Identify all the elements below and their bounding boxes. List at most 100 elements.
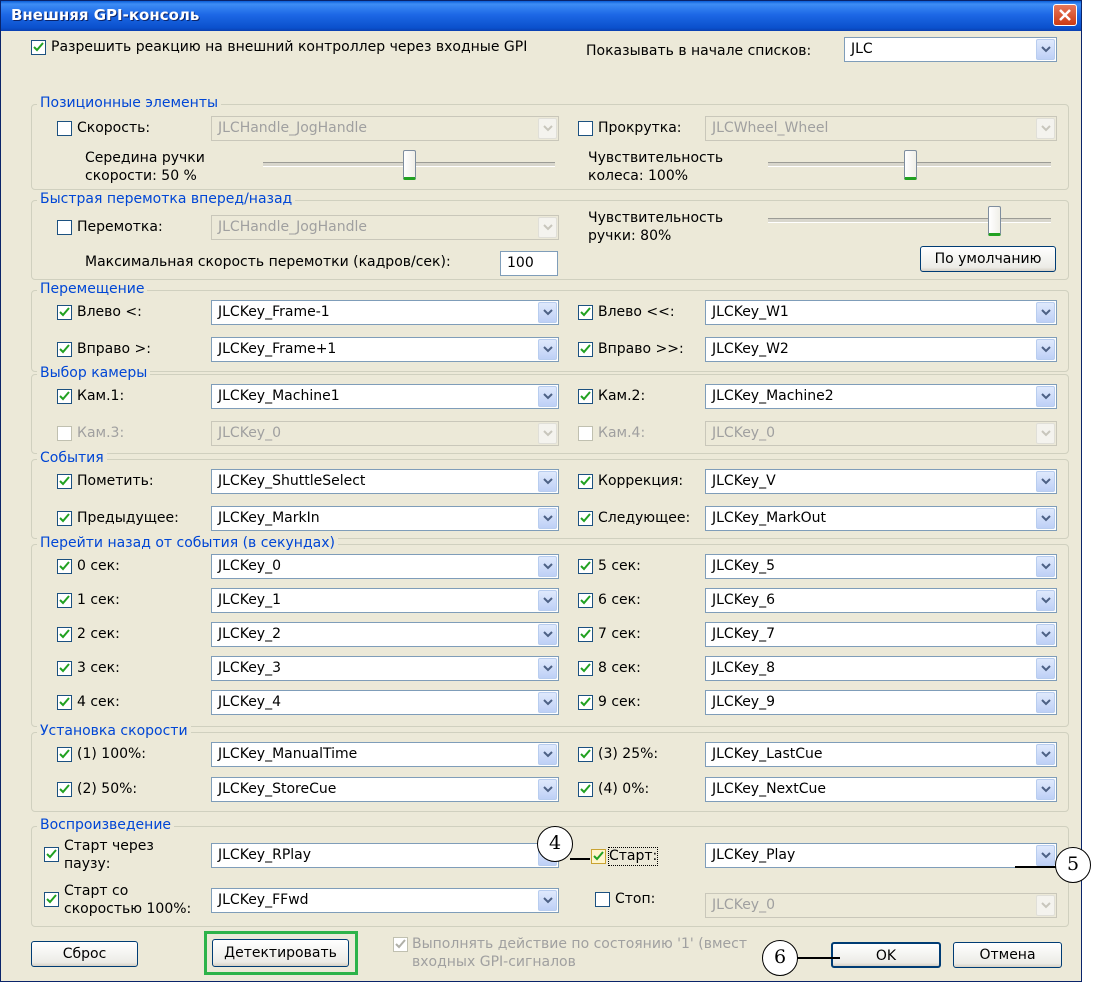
show-first-combo[interactable]: JLC — [844, 37, 1057, 62]
move-l-combo[interactable]: JLCKey_Frame+1 — [211, 337, 559, 362]
events-l-checkbox[interactable] — [57, 511, 72, 526]
enable-gpi-checkbox[interactable] — [31, 40, 46, 55]
chevron-down-icon[interactable] — [538, 590, 557, 611]
default-button[interactable]: По умолчанию — [920, 246, 1056, 272]
chevron-down-icon[interactable] — [1036, 118, 1055, 139]
chevron-down-icon[interactable] — [538, 302, 557, 323]
camera-r-combo[interactable]: JLCKey_Machine2 — [705, 384, 1057, 409]
chevron-down-icon[interactable] — [1036, 590, 1055, 611]
speedset-r-checkbox[interactable] — [578, 782, 593, 797]
events-l-combo[interactable]: JLCKey_ShuttleSelect — [211, 469, 559, 494]
move-l-checkbox[interactable] — [57, 305, 72, 320]
speedset-l-checkbox[interactable] — [57, 747, 72, 762]
rewind-checkbox[interactable] — [57, 220, 72, 235]
goback-r-checkbox[interactable] — [578, 627, 593, 642]
chevron-down-icon[interactable] — [1036, 39, 1055, 60]
move-r-checkbox[interactable] — [578, 305, 593, 320]
goback-r-combo[interactable]: JLCKey_7 — [705, 622, 1057, 647]
goback-l-combo[interactable]: JLCKey_0 — [211, 554, 559, 579]
chevron-down-icon[interactable] — [538, 658, 557, 679]
camera-l-combo[interactable]: JLCKey_0 — [211, 421, 559, 446]
goback-l-checkbox[interactable] — [57, 695, 72, 710]
chevron-down-icon[interactable] — [1036, 471, 1055, 492]
chevron-down-icon[interactable] — [538, 890, 557, 911]
chevron-down-icon[interactable] — [538, 624, 557, 645]
chevron-down-icon[interactable] — [538, 779, 557, 800]
goback-r-combo[interactable]: JLCKey_5 — [705, 554, 1057, 579]
title-bar[interactable]: Внешняя GPI-консоль — [1, 1, 1081, 31]
chevron-down-icon[interactable] — [538, 508, 557, 529]
camera-l-checkbox[interactable] — [57, 426, 72, 441]
cancel-button[interactable]: Отмена — [953, 942, 1062, 968]
camera-l-combo[interactable]: JLCKey_Machine1 — [211, 384, 559, 409]
camera-r-checkbox[interactable] — [578, 389, 593, 404]
speed-start-checkbox[interactable] — [44, 892, 59, 907]
chevron-down-icon[interactable] — [1036, 692, 1055, 713]
speed-combo[interactable]: JLCHandle_JogHandle — [211, 116, 559, 141]
chevron-down-icon[interactable] — [538, 339, 557, 360]
chevron-down-icon[interactable] — [1036, 423, 1055, 444]
close-button[interactable] — [1053, 4, 1077, 26]
chevron-down-icon[interactable] — [1036, 658, 1055, 679]
goback-l-checkbox[interactable] — [57, 627, 72, 642]
pause-start-checkbox[interactable] — [44, 847, 59, 862]
stop-checkbox[interactable] — [595, 892, 610, 907]
camera-r-combo[interactable]: JLCKey_0 — [705, 421, 1057, 446]
goback-l-combo[interactable]: JLCKey_1 — [211, 588, 559, 613]
goback-r-checkbox[interactable] — [578, 695, 593, 710]
chevron-down-icon[interactable] — [538, 118, 557, 139]
speedset-l-combo[interactable]: JLCKey_ManualTime — [211, 742, 559, 767]
camera-r-checkbox[interactable] — [578, 426, 593, 441]
chevron-down-icon[interactable] — [1036, 302, 1055, 323]
detect-button[interactable]: Детектировать — [212, 939, 349, 967]
events-r-combo[interactable]: JLCKey_MarkOut — [705, 506, 1057, 531]
start-combo[interactable]: JLCKey_Play — [705, 843, 1057, 868]
chevron-down-icon[interactable] — [1036, 556, 1055, 577]
chevron-down-icon[interactable] — [538, 423, 557, 444]
goback-l-combo[interactable]: JLCKey_4 — [211, 690, 559, 715]
goback-r-checkbox[interactable] — [578, 593, 593, 608]
goback-l-checkbox[interactable] — [57, 661, 72, 676]
chevron-down-icon[interactable] — [538, 217, 557, 238]
exec-state-checkbox[interactable] — [393, 937, 408, 952]
handle-sens-slider-thumb[interactable] — [988, 206, 1002, 236]
goback-l-checkbox[interactable] — [57, 559, 72, 574]
events-l-checkbox[interactable] — [57, 474, 72, 489]
chevron-down-icon[interactable] — [1036, 779, 1055, 800]
chevron-down-icon[interactable] — [1036, 895, 1055, 916]
speedset-r-combo[interactable]: JLCKey_LastCue — [705, 742, 1057, 767]
goback-l-checkbox[interactable] — [57, 593, 72, 608]
events-l-combo[interactable]: JLCKey_MarkIn — [211, 506, 559, 531]
chevron-down-icon[interactable] — [1036, 339, 1055, 360]
wheel-sens-slider-thumb[interactable] — [903, 150, 917, 180]
chevron-down-icon[interactable] — [538, 744, 557, 765]
chevron-down-icon[interactable] — [1036, 624, 1055, 645]
rewind-combo[interactable]: JLCHandle_JogHandle — [211, 215, 559, 240]
ok-button[interactable]: OK — [831, 942, 941, 968]
goback-r-checkbox[interactable] — [578, 661, 593, 676]
max-speed-input[interactable]: 100 — [500, 251, 558, 276]
chevron-down-icon[interactable] — [538, 692, 557, 713]
chevron-down-icon[interactable] — [1036, 744, 1055, 765]
speed-start-combo[interactable]: JLCKey_FFwd — [211, 888, 559, 913]
speedset-l-checkbox[interactable] — [57, 782, 72, 797]
pause-start-combo[interactable]: JLCKey_RPlay — [211, 843, 559, 868]
stop-combo[interactable]: JLCKey_0 — [705, 893, 1057, 918]
camera-l-checkbox[interactable] — [57, 389, 72, 404]
move-l-checkbox[interactable] — [57, 342, 72, 357]
chevron-down-icon[interactable] — [1036, 386, 1055, 407]
speedset-r-combo[interactable]: JLCKey_NextCue — [705, 777, 1057, 802]
handle-mid-slider-thumb[interactable] — [403, 150, 416, 180]
chevron-down-icon[interactable] — [538, 556, 557, 577]
scroll-combo[interactable]: JLCWheel_Wheel — [705, 116, 1057, 141]
speedset-l-combo[interactable]: JLCKey_StoreCue — [211, 777, 559, 802]
chevron-down-icon[interactable] — [1036, 508, 1055, 529]
move-r-checkbox[interactable] — [578, 342, 593, 357]
goback-l-combo[interactable]: JLCKey_3 — [211, 656, 559, 681]
speedset-r-checkbox[interactable] — [578, 747, 593, 762]
goback-r-combo[interactable]: JLCKey_9 — [705, 690, 1057, 715]
start-checkbox[interactable] — [591, 849, 606, 864]
move-l-combo[interactable]: JLCKey_Frame-1 — [211, 300, 559, 325]
events-r-checkbox[interactable] — [578, 474, 593, 489]
chevron-down-icon[interactable] — [538, 471, 557, 492]
